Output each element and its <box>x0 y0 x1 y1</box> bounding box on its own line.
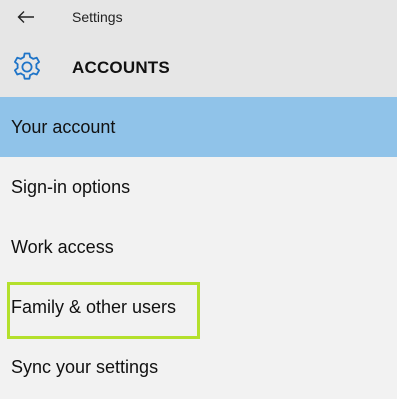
page-title: ACCOUNTS <box>72 58 170 77</box>
nav-item-sync-your-settings[interactable]: Sync your settings <box>0 337 397 397</box>
nav-item-sign-in-options[interactable]: Sign-in options <box>0 157 397 217</box>
nav-item-label: Your account <box>11 117 116 137</box>
nav-item-your-account[interactable]: Your account <box>0 97 397 157</box>
window-title: Settings <box>72 9 123 25</box>
gear-icon <box>14 52 40 80</box>
back-arrow-icon <box>17 11 34 23</box>
nav-item-label: Sign-in options <box>11 177 131 197</box>
nav-item-work-access[interactable]: Work access <box>0 217 397 277</box>
accounts-nav: Your account Sign-in options Work access… <box>0 97 397 397</box>
title-bar: Settings <box>0 0 397 36</box>
back-button[interactable] <box>14 6 38 28</box>
nav-item-family-other-users[interactable]: Family & other users <box>0 277 397 337</box>
nav-item-label: Family & other users <box>11 297 177 317</box>
nav-item-label: Sync your settings <box>11 357 159 377</box>
nav-item-label: Work access <box>11 237 114 257</box>
page-header: ACCOUNTS <box>0 36 397 97</box>
